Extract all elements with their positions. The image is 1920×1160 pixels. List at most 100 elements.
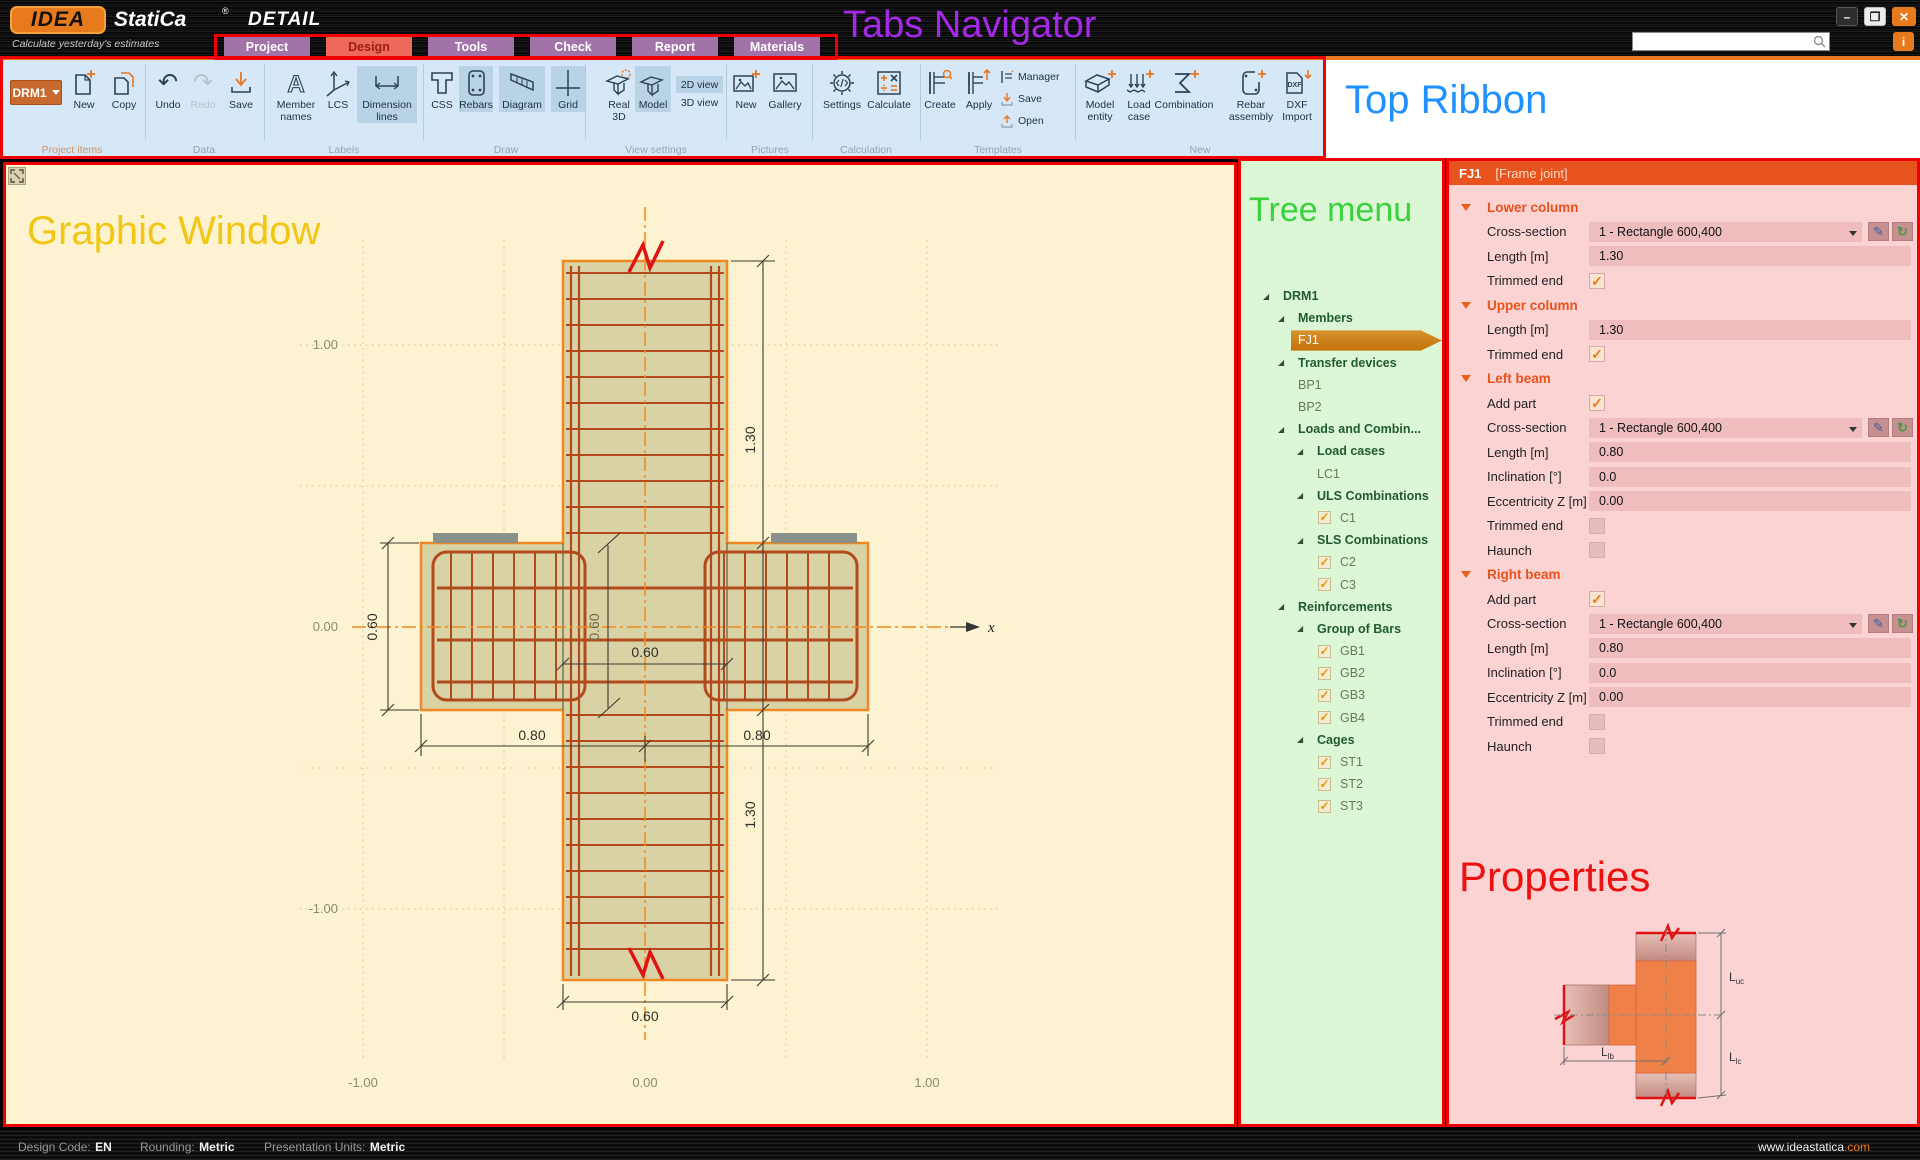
tree-item-loads-and-combinations[interactable]: ◢Loads and Combin... — [1241, 418, 1442, 440]
swap-cross-section-button[interactable]: ↻ — [1892, 614, 1913, 633]
tree-item-c2[interactable]: ✓C2 — [1241, 551, 1442, 573]
eccentricity-field[interactable]: 0.00 — [1589, 491, 1911, 511]
checkbox-checked[interactable]: ✓ — [1318, 711, 1331, 724]
collapse-triangle-icon[interactable] — [1461, 375, 1471, 382]
tree-item-c1[interactable]: ✓C1 — [1241, 507, 1442, 529]
model-button[interactable]: Model — [635, 66, 671, 112]
tree-item-uls-combinations[interactable]: ◢ULS Combinations — [1241, 485, 1442, 507]
new-project-item-button[interactable]: New — [64, 66, 104, 112]
expander-icon[interactable]: ◢ — [1263, 292, 1269, 301]
tree-item-group-of-bars[interactable]: ◢Group of Bars — [1241, 618, 1442, 640]
grid-button[interactable]: Grid — [551, 66, 585, 112]
view-3d-button[interactable]: 3D view — [676, 94, 723, 111]
combination-button[interactable]: Combination — [1148, 66, 1220, 112]
lcs-button[interactable]: LCS — [320, 66, 356, 112]
tree-item-c3[interactable]: ✓C3 — [1241, 573, 1442, 595]
trimmed-end-checkbox[interactable]: ✓ — [1589, 273, 1605, 289]
inclination-field[interactable]: 0.0 — [1589, 467, 1911, 487]
swap-cross-section-button[interactable]: ↻ — [1892, 418, 1913, 437]
tree-item-transfer-devices[interactable]: ◢Transfer devices — [1241, 352, 1442, 374]
checkbox-checked[interactable]: ✓ — [1318, 800, 1331, 813]
expander-icon[interactable]: ◢ — [1297, 447, 1303, 456]
add-part-checkbox[interactable]: ✓ — [1589, 591, 1605, 607]
dimension-lines-button[interactable]: Dimension lines — [357, 66, 417, 123]
view-2d-button[interactable]: 2D view — [676, 76, 723, 93]
template-open-button[interactable]: Open — [1000, 114, 1044, 128]
checkbox-checked[interactable]: ✓ — [1318, 756, 1331, 769]
haunch-checkbox[interactable] — [1589, 542, 1605, 558]
edit-cross-section-button[interactable]: ✎ — [1868, 418, 1889, 437]
close-button[interactable]: ✕ — [1892, 7, 1916, 26]
checkbox-checked[interactable]: ✓ — [1318, 578, 1331, 591]
checkbox-checked[interactable]: ✓ — [1318, 689, 1331, 702]
new-picture-button[interactable]: New — [727, 66, 765, 112]
diagram-button[interactable]: Diagram — [499, 66, 545, 112]
trimmed-end-checkbox[interactable]: ✓ — [1589, 346, 1605, 362]
expander-icon[interactable]: ◢ — [1278, 425, 1284, 434]
tree-item-cages[interactable]: ◢Cages — [1241, 729, 1442, 751]
css-button[interactable]: CSS — [424, 66, 460, 112]
member-names-button[interactable]: A Member names — [269, 66, 323, 123]
template-manager-button[interactable]: Manager — [1000, 70, 1059, 84]
checkbox-checked[interactable]: ✓ — [1318, 556, 1331, 569]
edit-cross-section-button[interactable]: ✎ — [1868, 614, 1889, 633]
expander-icon[interactable]: ◢ — [1297, 491, 1303, 500]
length-field[interactable]: 0.80 — [1589, 638, 1911, 658]
collapse-triangle-icon[interactable] — [1461, 571, 1471, 578]
zoom-fit-icon[interactable] — [8, 167, 26, 185]
expander-icon[interactable]: ◢ — [1297, 536, 1303, 545]
rebars-button[interactable]: Rebars — [459, 66, 493, 112]
tree-item-st2[interactable]: ✓ST2 — [1241, 773, 1442, 795]
swap-cross-section-button[interactable]: ↻ — [1892, 222, 1913, 241]
checkbox-checked[interactable]: ✓ — [1318, 645, 1331, 658]
section-left-beam[interactable]: Left beam — [1449, 367, 1917, 392]
tree-item-gb4[interactable]: ✓GB4 — [1241, 707, 1442, 729]
checkbox-checked[interactable]: ✓ — [1318, 778, 1331, 791]
tree-item-gb2[interactable]: ✓GB2 — [1241, 662, 1442, 684]
tab-check[interactable]: Check — [530, 37, 616, 57]
info-button[interactable]: i — [1893, 32, 1914, 51]
inclination-field[interactable]: 0.0 — [1589, 663, 1911, 683]
tree-item-bp1[interactable]: BP1 — [1241, 374, 1442, 396]
undo-button[interactable]: ↶ Undo — [148, 66, 188, 112]
graphic-window[interactable]: x 1.30 1.30 0.60 — [6, 165, 1234, 1124]
tab-report[interactable]: Report — [632, 37, 718, 57]
checkbox-checked[interactable]: ✓ — [1318, 667, 1331, 680]
section-lower-column[interactable]: Lower column — [1449, 195, 1917, 220]
settings-button[interactable]: Settings — [818, 66, 866, 112]
expander-icon[interactable]: ◢ — [1297, 624, 1303, 633]
maximize-button[interactable]: ❒ — [1864, 7, 1886, 26]
length-field[interactable]: 0.80 — [1589, 442, 1911, 462]
dxf-import-button[interactable]: DXF DXF Import — [1272, 66, 1322, 123]
length-field[interactable]: 1.30 — [1589, 246, 1911, 266]
gallery-button[interactable]: Gallery — [763, 66, 807, 112]
length-field[interactable]: 1.30 — [1589, 320, 1911, 340]
search-box[interactable] — [1632, 32, 1830, 51]
cross-section-dropdown[interactable]: 1 - Rectangle 600,400 — [1589, 614, 1862, 634]
website-link[interactable]: www.ideastatica — [1758, 1140, 1844, 1154]
apply-template-button[interactable]: Apply — [959, 66, 999, 112]
create-template-button[interactable]: Create — [919, 66, 961, 112]
tree-item-load-cases[interactable]: ◢Load cases — [1241, 440, 1442, 462]
tab-materials[interactable]: Materials — [734, 37, 820, 57]
save-button[interactable]: Save — [221, 66, 261, 112]
section-right-beam[interactable]: Right beam — [1449, 563, 1917, 588]
trimmed-end-checkbox[interactable] — [1589, 714, 1605, 730]
tree-item-drm1[interactable]: ◢DRM1 — [1241, 285, 1442, 307]
expander-icon[interactable]: ◢ — [1278, 358, 1284, 367]
tree-item-lc1[interactable]: LC1 — [1241, 463, 1442, 485]
collapse-triangle-icon[interactable] — [1461, 302, 1471, 309]
tree-item-members[interactable]: ◢Members — [1241, 307, 1442, 329]
calculate-button[interactable]: Calculate — [863, 66, 915, 112]
search-input[interactable] — [1635, 34, 1805, 49]
tab-project[interactable]: Project — [224, 37, 310, 57]
trimmed-end-checkbox[interactable] — [1589, 518, 1605, 534]
copy-project-item-button[interactable]: Copy — [104, 66, 144, 112]
tree-item-sls-combinations[interactable]: ◢SLS Combinations — [1241, 529, 1442, 551]
tree-item-fj1[interactable]: FJ1 — [1241, 329, 1442, 351]
minimize-button[interactable]: – — [1836, 7, 1858, 26]
tree-item-st1[interactable]: ✓ST1 — [1241, 751, 1442, 773]
checkbox-checked[interactable]: ✓ — [1318, 511, 1331, 524]
tree-item-st3[interactable]: ✓ST3 — [1241, 795, 1442, 817]
add-part-checkbox[interactable]: ✓ — [1589, 395, 1605, 411]
